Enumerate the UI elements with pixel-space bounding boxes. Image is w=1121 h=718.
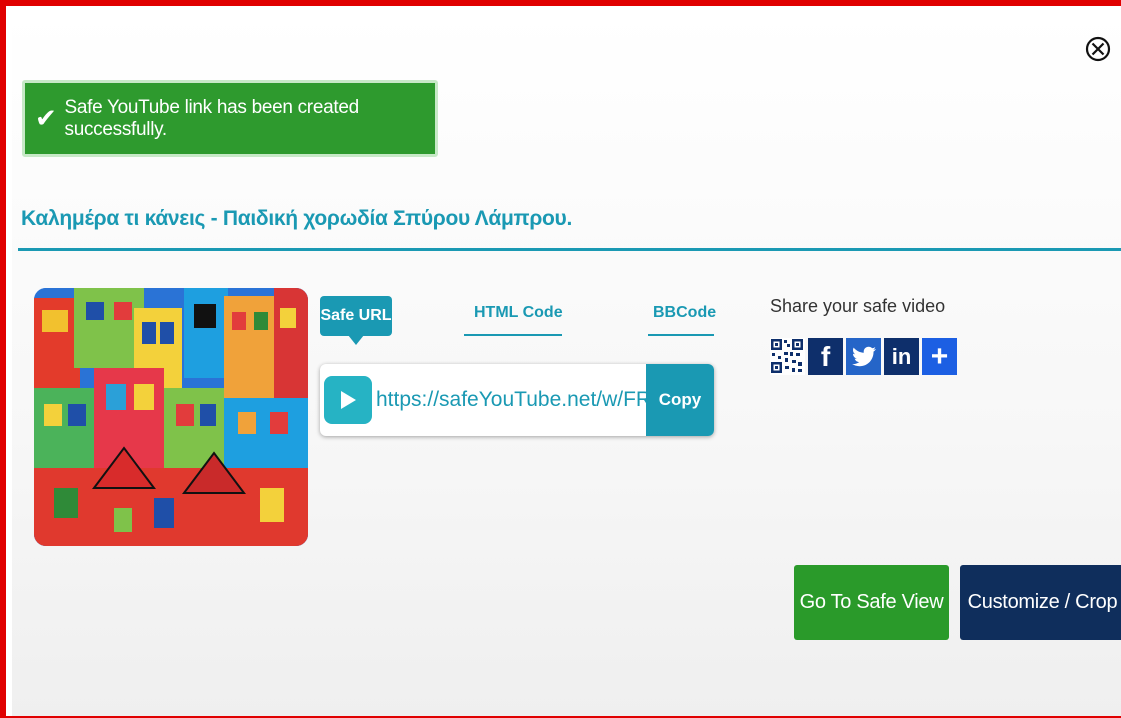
play-button[interactable] bbox=[324, 376, 372, 424]
tab-bbcode-underline bbox=[648, 334, 714, 336]
tab-html-code-underline bbox=[464, 334, 562, 336]
checkmark-icon: ✔ bbox=[35, 103, 57, 134]
share-icons: f in + bbox=[770, 338, 957, 375]
thumbnail-image bbox=[34, 288, 308, 546]
copy-button[interactable]: Copy bbox=[646, 364, 714, 436]
success-message: Safe YouTube link has been created succe… bbox=[64, 96, 360, 140]
close-icon[interactable] bbox=[1085, 36, 1111, 62]
tab-html-code[interactable]: HTML Code bbox=[474, 304, 563, 322]
play-icon bbox=[341, 391, 356, 409]
modal-panel: ✔ Safe YouTube link has been created suc… bbox=[12, 12, 1121, 716]
tab-bbcode[interactable]: BBCode bbox=[653, 304, 716, 322]
video-thumbnail[interactable] bbox=[34, 288, 308, 546]
twitter-icon[interactable] bbox=[846, 338, 881, 375]
qr-code-icon[interactable] bbox=[770, 338, 805, 375]
tab-safe-url[interactable]: Safe URL bbox=[320, 296, 392, 345]
facebook-icon[interactable]: f bbox=[808, 338, 843, 375]
modal-frame: ✔ Safe YouTube link has been created suc… bbox=[0, 0, 1121, 718]
plus-icon[interactable]: + bbox=[922, 338, 957, 375]
video-title: Καλημέρα τι κάνεις - Παιδική χορωδία Σπύ… bbox=[21, 207, 573, 230]
linkedin-icon[interactable]: in bbox=[884, 338, 919, 375]
share-label: Share your safe video bbox=[770, 296, 946, 316]
safe-url-box: https://safeYouTube.net/w/FRx3 Copy bbox=[320, 364, 714, 436]
customize-crop-button[interactable]: Customize / Crop bbox=[960, 565, 1121, 640]
success-alert: ✔ Safe YouTube link has been created suc… bbox=[22, 80, 438, 157]
safe-url-text[interactable]: https://safeYouTube.net/w/FRx3 bbox=[372, 388, 646, 412]
go-to-safe-view-button[interactable]: Go To Safe View bbox=[794, 565, 949, 640]
title-divider bbox=[18, 248, 1121, 251]
